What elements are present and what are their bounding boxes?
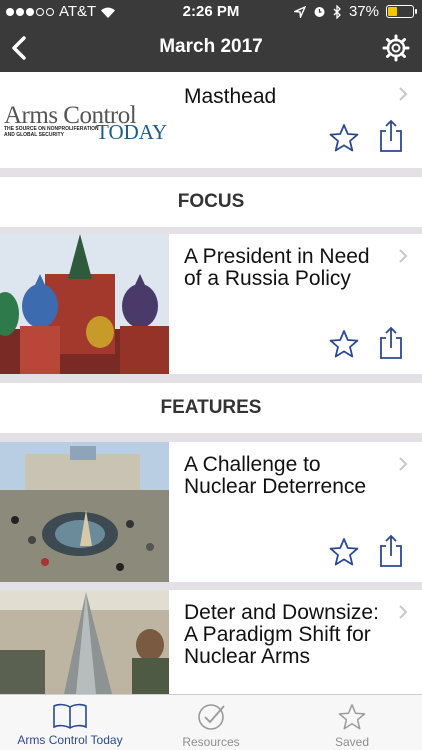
- masthead-row[interactable]: Arms Control THE SOURCE ON NONPROLIFERAT…: [0, 72, 422, 168]
- gear-icon[interactable]: [382, 34, 410, 62]
- battery-percent: 37%: [348, 3, 379, 20]
- article-thumbnail: [0, 442, 169, 582]
- article-row[interactable]: Deter and Downsize: A Paradigm Shift for…: [0, 590, 422, 694]
- location-arrow-icon: [293, 5, 306, 18]
- star-icon: [338, 704, 366, 730]
- section-header-focus: FOCUS: [0, 177, 422, 227]
- article-title: Masthead: [184, 85, 277, 108]
- article-title: A Challenge to Nuclear Deterrence: [184, 453, 367, 498]
- logo-tagline: THE SOURCE ON NONPROLIFERATION AND GLOBA…: [4, 126, 99, 138]
- check-circle-icon: [198, 704, 225, 730]
- share-icon[interactable]: [378, 534, 404, 568]
- tab-label: Resources: [182, 735, 240, 749]
- share-icon[interactable]: [378, 119, 404, 153]
- status-right: 37%: [293, 3, 417, 20]
- chevron-right-icon: [399, 457, 408, 471]
- star-icon[interactable]: [329, 123, 359, 153]
- section-header-features: FEATURES: [0, 383, 422, 433]
- tab-resources[interactable]: Resources: [141, 695, 281, 750]
- article-title: A President in Need of a Russia Policy: [184, 245, 370, 290]
- nav-title: March 2017: [159, 36, 263, 57]
- article-thumbnail: [0, 234, 169, 374]
- article-thumbnail: [0, 590, 169, 694]
- masthead-logo: Arms Control THE SOURCE ON NONPROLIFERAT…: [0, 72, 169, 168]
- article-row[interactable]: A Challenge to Nuclear Deterrence: [0, 442, 422, 582]
- alarm-icon: [314, 7, 325, 17]
- article-list[interactable]: Arms Control THE SOURCE ON NONPROLIFERAT…: [0, 72, 422, 694]
- chevron-right-icon: [399, 605, 408, 619]
- tab-label: Saved: [334, 735, 370, 749]
- chevron-right-icon: [399, 87, 408, 101]
- chevron-right-icon: [399, 249, 408, 263]
- battery-icon: [386, 5, 417, 18]
- top-bar: AT&T 2:26 PM 37% March 2017: [0, 0, 422, 72]
- logo-line2: TODAY: [96, 120, 168, 144]
- tab-saved[interactable]: Saved: [282, 695, 422, 750]
- star-icon[interactable]: [329, 537, 359, 567]
- article-title: Deter and Downsize: A Paradigm Shift for…: [184, 601, 379, 668]
- share-icon[interactable]: [378, 326, 404, 360]
- article-row[interactable]: A President in Need of a Russia Policy: [0, 234, 422, 374]
- status-bar: AT&T 2:26 PM 37%: [0, 0, 422, 24]
- tab-bar: Arms Control Today Resources Saved: [0, 694, 422, 750]
- book-icon: [53, 703, 87, 729]
- tab-arms-control-today[interactable]: Arms Control Today: [0, 695, 140, 750]
- bluetooth-icon: [333, 4, 341, 19]
- star-icon[interactable]: [329, 329, 359, 359]
- tab-label: Arms Control Today: [17, 733, 123, 747]
